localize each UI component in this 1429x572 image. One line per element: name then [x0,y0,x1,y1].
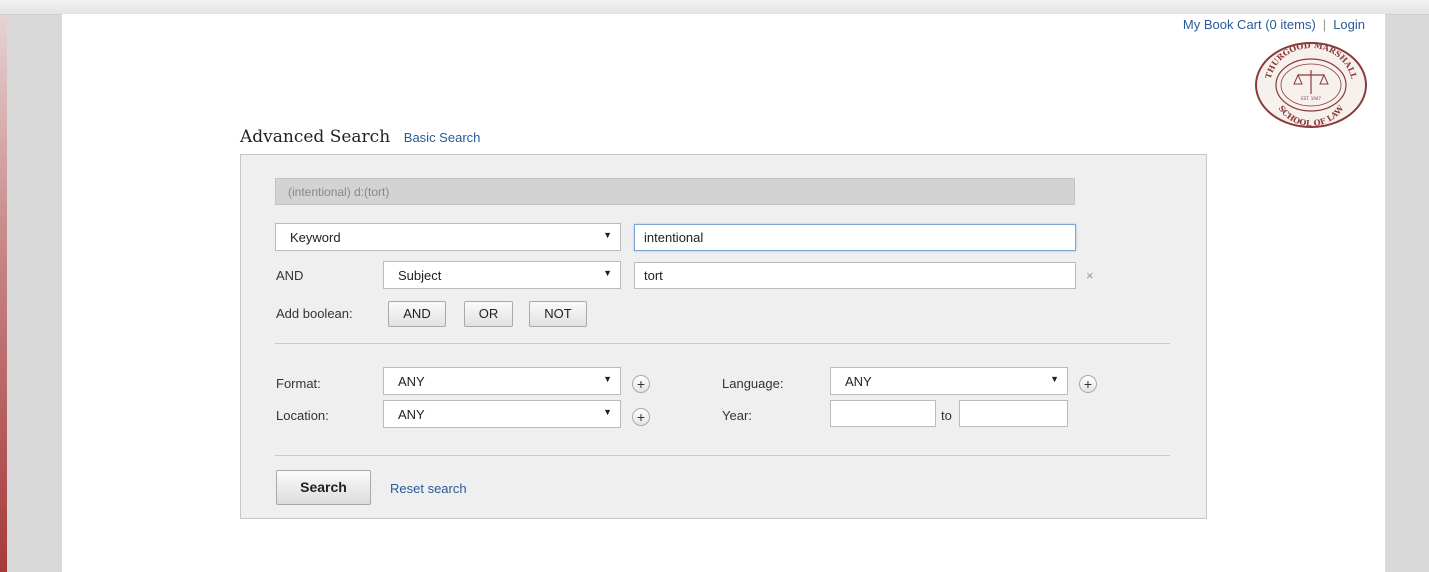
add-or-button[interactable]: OR [464,301,513,327]
svg-text:EST. 1947: EST. 1947 [1301,96,1321,101]
field-select-2[interactable]: Subject ▼ [383,261,621,289]
add-format-plus-icon[interactable]: + [632,375,650,393]
add-boolean-label: Add boolean: [276,306,353,321]
year-label: Year: [722,408,752,423]
add-location-plus-icon[interactable]: + [632,408,650,426]
chevron-down-icon: ▼ [603,407,612,417]
search-term-input-1[interactable]: intentional [634,224,1076,251]
query-preview: (intentional) d:(tort) [275,178,1075,205]
location-select[interactable]: ANY ▼ [383,400,621,428]
chevron-down-icon: ▼ [603,230,612,240]
format-select-value: ANY [398,374,425,389]
divider [275,343,1170,344]
book-cart-link[interactable]: My Book Cart (0 items) [1183,17,1316,32]
location-label: Location: [276,408,329,423]
left-edge-bar [0,0,7,572]
divider [275,455,1170,456]
field-select-1-value: Keyword [290,230,341,245]
page-content: My Book Cart (0 items) | Login THURGOOD MA… [62,14,1385,572]
location-select-value: ANY [398,407,425,422]
language-select-value: ANY [845,374,872,389]
chevron-down-icon: ▼ [603,374,612,384]
add-not-button[interactable]: NOT [529,301,587,327]
basic-search-link[interactable]: Basic Search [404,130,481,145]
search-term-input-2[interactable]: tort [634,262,1076,289]
format-select[interactable]: ANY ▼ [383,367,621,395]
close-icon[interactable]: × [1086,268,1094,283]
year-to-input[interactable] [959,400,1068,427]
operator-label-2: AND [276,268,304,283]
chevron-down-icon: ▼ [603,268,612,278]
top-links: My Book Cart (0 items) | Login [1183,17,1365,32]
page-heading: Advanced Search Basic Search [240,127,480,147]
browser-top-strip [0,0,1429,15]
link-separator: | [1322,17,1327,32]
add-and-button[interactable]: AND [388,301,446,327]
page-title: Advanced Search [240,127,391,147]
reset-search-link[interactable]: Reset search [390,481,467,496]
language-label: Language: [722,376,784,391]
format-label: Format: [276,376,321,391]
chevron-down-icon: ▼ [1050,374,1059,384]
school-seal-logo: THURGOOD MARSHALL SCHOOL OF LAW EST. 194… [1255,42,1367,128]
year-to-label: to [941,408,952,423]
field-select-1[interactable]: Keyword ▼ [275,223,621,251]
add-language-plus-icon[interactable]: + [1079,375,1097,393]
year-from-input[interactable] [830,400,936,427]
field-select-2-value: Subject [398,268,442,283]
search-button[interactable]: Search [276,470,371,505]
login-link[interactable]: Login [1333,17,1365,32]
advanced-search-panel: (intentional) d:(tort) Keyword ▼ intenti… [240,154,1207,519]
language-select[interactable]: ANY ▼ [830,367,1068,395]
